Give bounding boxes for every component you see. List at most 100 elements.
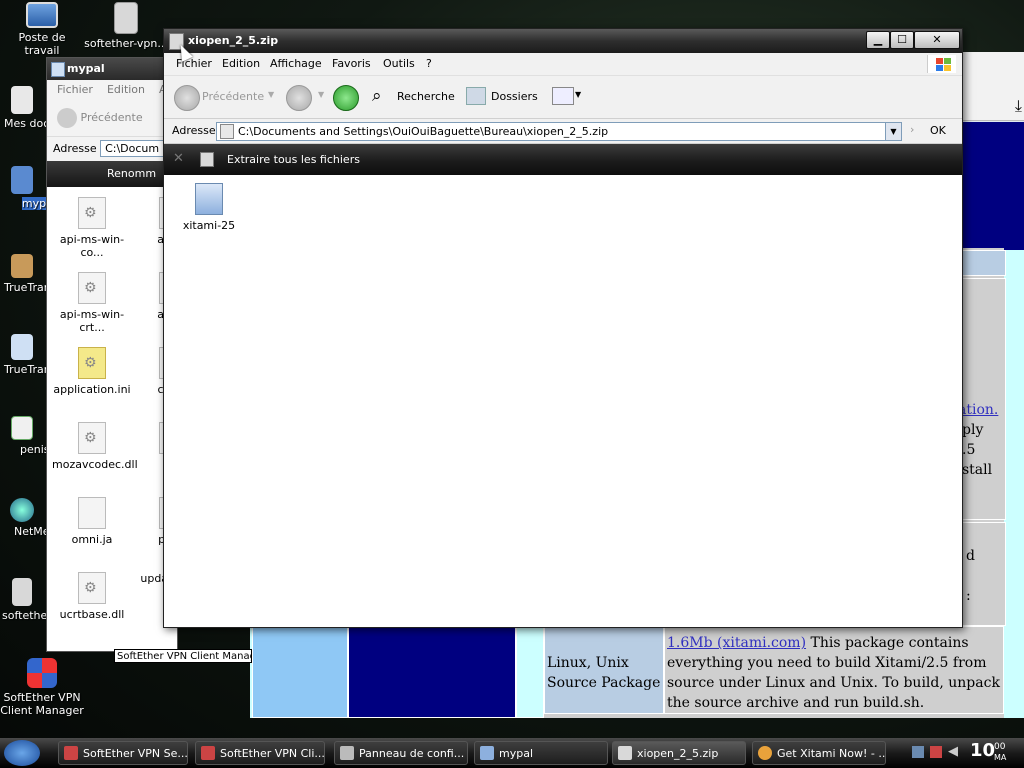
file-item[interactable]: api-ms-win-crt... [52, 272, 132, 334]
clock-minutes: 00 [994, 742, 1006, 752]
file-item[interactable]: ucrtbase.dll [52, 572, 132, 621]
mypal-file-list: api-ms-win-co... api-m api-ms-win-crt...… [47, 187, 177, 651]
window-title: mypal [67, 62, 105, 75]
taskbar-button[interactable]: Get Xitami Now! - ... [752, 741, 886, 765]
file-item[interactable]: api-ms-win-co... [52, 197, 132, 259]
window-titlebar[interactable]: xiopen_2_5.zip ▁ ☐ ✕ [164, 29, 962, 53]
close-button[interactable]: ✕ [914, 31, 960, 49]
package-description-cell: 1.6Mb (xitami.com) This package contains… [664, 626, 1004, 714]
table-cell-spacer [516, 624, 544, 718]
softether-icon [64, 746, 78, 760]
table-cell [960, 522, 1006, 626]
taskbar-button-label: SoftEther VPN Cli... [220, 747, 325, 760]
network-icon[interactable] [912, 746, 924, 758]
desktop-icon-softether-client-manager[interactable]: SoftEther VPN Client Manager [0, 658, 84, 717]
taskbar-button[interactable]: SoftEther VPN Se... [58, 741, 188, 765]
file-icon [78, 497, 106, 529]
mypal-titlebar[interactable]: mypal [47, 58, 177, 80]
rename-task[interactable]: Renomm [107, 167, 156, 180]
back-button[interactable]: Précédente [202, 90, 264, 103]
desktop-icon-label: myp [21, 197, 47, 210]
system-tray: ◀ [908, 744, 968, 762]
forward-arrow-icon[interactable] [286, 85, 312, 111]
file-name: mozavcodec.dll [52, 458, 138, 471]
zip-explorer-window: xiopen_2_5.zip ▁ ☐ ✕ Fichier Edition Aff… [163, 28, 963, 628]
control-panel-icon [340, 746, 354, 760]
forward-dropdown-icon[interactable]: ▼ [318, 90, 324, 99]
file-name: ucrtbase.dll [59, 608, 125, 621]
table-cell-navy [348, 624, 516, 718]
menu-edition[interactable]: Edition [222, 57, 260, 70]
window-title: xiopen_2_5.zip [188, 34, 279, 47]
dll-icon [78, 272, 106, 304]
menubar: Fichier Edition Affichage Favoris Outils… [164, 53, 962, 76]
menu-fichier[interactable]: Fichier [57, 83, 93, 96]
download-icon[interactable]: ⤓ [1015, 96, 1022, 116]
clock-hour: 10 [970, 740, 996, 761]
folders-button[interactable]: Dossiers [491, 90, 538, 103]
search-button[interactable]: Recherche [397, 90, 455, 103]
softether-tooltip: SoftEther VPN Client Manag [114, 649, 252, 663]
go-arrow-icon[interactable]: › [910, 123, 914, 136]
file-item[interactable]: mozavcodec.dll [52, 422, 138, 471]
go-button[interactable]: OK [930, 124, 946, 137]
menu-outils[interactable]: Outils [383, 57, 415, 70]
address-dropdown-icon[interactable]: ▼ [885, 123, 901, 140]
back-button[interactable]: Précédente [81, 111, 143, 124]
package-label-cell: Linux, Unix Source Package [544, 626, 664, 714]
back-dropdown-icon[interactable]: ▼ [268, 90, 274, 99]
search-icon: ⌕ [372, 86, 382, 106]
folder-up-icon[interactable] [333, 85, 359, 111]
file-name: omni.ja [71, 533, 113, 546]
page-text-fragment: ply [962, 422, 984, 438]
maximize-button[interactable]: ☐ [890, 31, 914, 49]
desktop-icon-label: softether-vpn... [84, 37, 168, 50]
file-item[interactable]: application.ini [52, 347, 132, 396]
file-view: xitami-25 [164, 175, 962, 627]
menu-help[interactable]: ? [426, 57, 432, 70]
taskbar-button[interactable]: mypal [474, 741, 608, 765]
zip-folder-icon [618, 746, 632, 760]
package-label: Linux, Unix Source Package [547, 655, 661, 691]
taskbar-button-label: SoftEther VPN Se... [83, 747, 188, 760]
taskbar-button-label: xiopen_2_5.zip [637, 747, 719, 760]
start-button[interactable] [4, 740, 40, 766]
views-dropdown-icon[interactable]: ▼ [575, 90, 581, 99]
taskbar-button[interactable]: xiopen_2_5.zip [612, 741, 746, 765]
page-text-fragment: .5 [962, 442, 976, 458]
desktop-icon-my-computer[interactable]: Poste de travail [0, 2, 84, 57]
table-cell-light-blue [252, 624, 348, 718]
package-download-link[interactable]: 1.6Mb (xitami.com) [667, 635, 806, 651]
zip-folder-icon [220, 124, 234, 139]
installer-icon [114, 2, 138, 34]
file-item[interactable]: xitami-25 [169, 183, 249, 232]
page-link-fragment[interactable]: ation. [958, 402, 998, 418]
file-name: api-ms-win-crt... [59, 308, 125, 334]
softether-icon [201, 746, 215, 760]
address-label: Adresse [53, 142, 97, 155]
address-label: Adresse [172, 124, 216, 137]
views-icon[interactable] [552, 87, 574, 105]
back-arrow-icon[interactable] [174, 85, 200, 111]
clock[interactable]: 10 00 MA [970, 740, 1006, 762]
address-field[interactable]: C:\Docum [100, 140, 165, 157]
minimize-button[interactable]: ▁ [866, 31, 890, 49]
desktop-icon-softether-installer[interactable]: softether-vpn... [84, 2, 168, 50]
vpn-icon[interactable] [930, 746, 942, 758]
extract-all-task[interactable]: Extraire tous les fichiers [227, 153, 360, 166]
back-arrow-icon[interactable] [57, 108, 77, 128]
folder-icon [480, 746, 494, 760]
menu-favoris[interactable]: Favoris [332, 57, 371, 70]
menu-affichage[interactable]: Affichage [270, 57, 322, 70]
taskbar-button[interactable]: SoftEther VPN Cli... [195, 741, 325, 765]
menu-edition[interactable]: Edition [107, 83, 145, 96]
taskbar-button[interactable]: Panneau de confi... [334, 741, 468, 765]
dll-icon [78, 197, 106, 229]
address-field[interactable]: C:\Documents and Settings\OuiOuiBaguette… [216, 122, 902, 141]
file-name: application.ini [53, 383, 131, 396]
desktop-icon-label: SoftEther VPN Client Manager [0, 691, 84, 717]
mypal-address-bar: Adresse C:\Docum [47, 137, 177, 161]
volume-icon[interactable]: ◀ [948, 744, 958, 759]
close-icon[interactable]: ✕ [173, 151, 184, 166]
file-item[interactable]: omni.ja [52, 497, 132, 546]
